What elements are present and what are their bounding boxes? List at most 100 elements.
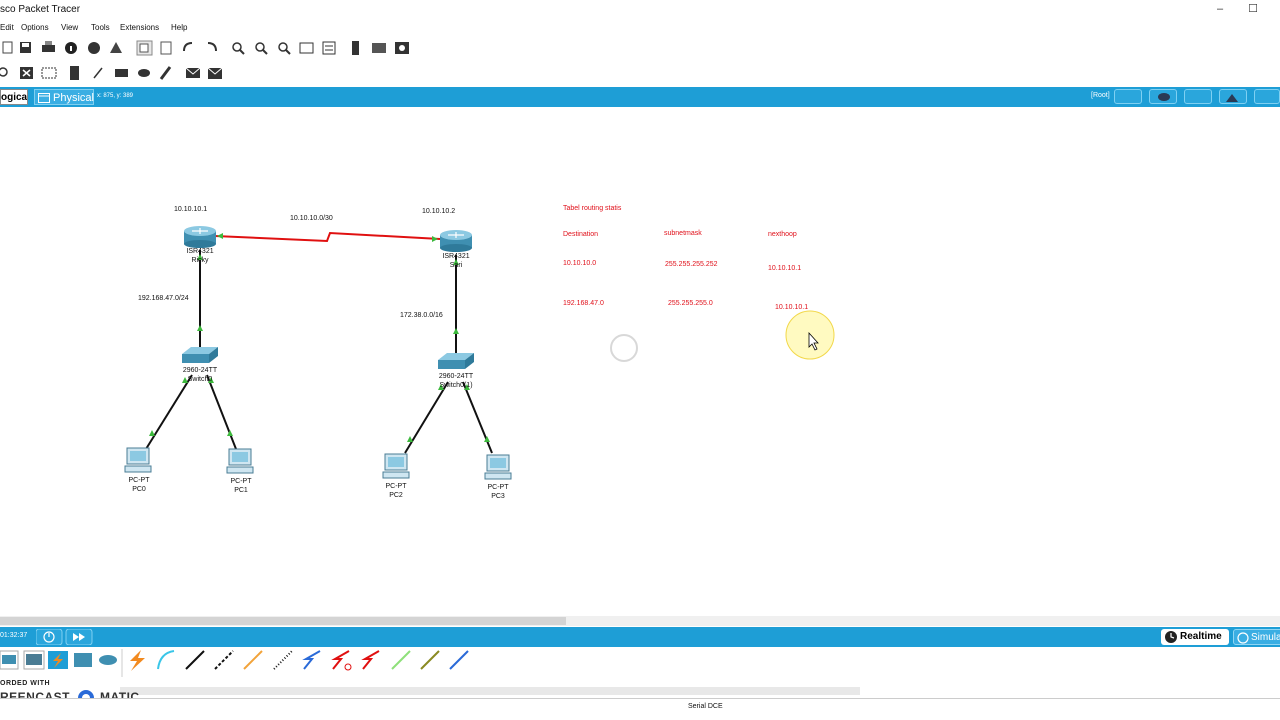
menu-view[interactable]: View bbox=[61, 23, 78, 32]
router-ricky-icon[interactable] bbox=[184, 226, 216, 248]
fiber-icon[interactable] bbox=[243, 650, 263, 670]
maximize-button[interactable]: ☐ bbox=[1245, 2, 1261, 18]
copper-cross-icon[interactable] bbox=[214, 650, 234, 670]
zoom-view-button[interactable] bbox=[1219, 89, 1247, 104]
pdu-list-icon[interactable] bbox=[352, 41, 359, 55]
tab-logical[interactable]: ogical bbox=[0, 89, 28, 105]
menu-options[interactable]: Options bbox=[21, 23, 49, 32]
realtime-mode-button[interactable]: Realtime bbox=[1161, 629, 1229, 645]
device-selection-bar bbox=[0, 647, 1280, 687]
serial-dce-icon[interactable] bbox=[331, 650, 352, 671]
link-switch1-pc2[interactable] bbox=[404, 381, 449, 454]
routing-row2-destination: 192.168.47.0 bbox=[563, 300, 604, 307]
router-sari-model: ISR4321 bbox=[442, 253, 470, 260]
custom-device-icon[interactable] bbox=[322, 41, 336, 55]
pc0-model: PC-PT bbox=[128, 477, 150, 484]
root-breadcrumb[interactable]: [Root] bbox=[1091, 92, 1110, 99]
phone-cable-icon[interactable] bbox=[273, 650, 293, 670]
iot-custom-cable-icon[interactable] bbox=[420, 650, 440, 670]
device-template-icon[interactable] bbox=[372, 43, 386, 53]
routing-row1-destination: 10.10.10.0 bbox=[563, 260, 597, 267]
place-note-icon[interactable] bbox=[70, 66, 79, 80]
viewport-toggle-button[interactable] bbox=[1254, 89, 1280, 104]
draw-ellipse-icon[interactable] bbox=[138, 69, 150, 77]
logical-workspace[interactable]: 10.10.10.1 10.10.10.2 10.10.10.0/30 192.… bbox=[0, 107, 1280, 617]
link-switch1-pc3[interactable] bbox=[462, 381, 493, 454]
resize-shape-icon[interactable] bbox=[41, 67, 57, 79]
zoom-in-icon[interactable] bbox=[232, 42, 245, 55]
simulation-mode-button[interactable]: Simula bbox=[1233, 629, 1280, 645]
usb-cable-icon[interactable] bbox=[449, 650, 469, 670]
draw-rectangle-icon[interactable] bbox=[115, 69, 128, 77]
clock-icon bbox=[1165, 631, 1177, 643]
menu-extensions[interactable]: Extensions bbox=[120, 23, 159, 32]
fast-forward-icon[interactable] bbox=[65, 629, 93, 645]
network-devices-icon[interactable] bbox=[0, 650, 19, 670]
menu-edit[interactable]: Edit bbox=[0, 23, 14, 32]
power-cycle-icon[interactable] bbox=[36, 629, 63, 645]
device-scrollbar[interactable] bbox=[120, 687, 860, 695]
pc3-icon[interactable] bbox=[484, 454, 512, 480]
minimize-button[interactable]: – bbox=[1212, 2, 1228, 18]
screenshot-icon[interactable] bbox=[395, 42, 409, 54]
paste-icon[interactable] bbox=[160, 41, 172, 55]
back-button[interactable] bbox=[1114, 89, 1142, 104]
console-cable-icon[interactable] bbox=[157, 650, 175, 670]
activity-wizard-icon[interactable] bbox=[110, 42, 122, 53]
scrollbar-thumb[interactable] bbox=[0, 617, 566, 625]
coaxial-icon[interactable] bbox=[302, 650, 321, 670]
zoom-out-icon[interactable] bbox=[278, 42, 291, 55]
add-complex-pdu-icon[interactable] bbox=[207, 67, 223, 79]
switch1-model: 2960-24TT bbox=[438, 373, 474, 380]
multiuser-icon[interactable] bbox=[99, 655, 117, 665]
viewport-button[interactable] bbox=[1184, 89, 1212, 104]
tab-physical[interactable]: Physical bbox=[34, 89, 94, 105]
switch0-icon[interactable] bbox=[182, 347, 218, 363]
delete-icon[interactable] bbox=[20, 67, 33, 79]
switch1-name: Switch0(1) bbox=[439, 382, 473, 389]
components-icon[interactable] bbox=[74, 653, 92, 667]
serial-link[interactable] bbox=[214, 231, 441, 243]
serial-network-label: 10.10.10.0/30 bbox=[290, 215, 333, 222]
new-file-icon[interactable] bbox=[2, 41, 13, 54]
router-sari-icon[interactable] bbox=[440, 230, 472, 252]
end-devices-icon[interactable] bbox=[23, 650, 45, 670]
status-bar: Serial DCE bbox=[0, 698, 1280, 715]
network-wizard-icon[interactable] bbox=[88, 42, 100, 54]
cluster-button[interactable] bbox=[1149, 89, 1177, 104]
zoom-reset-icon[interactable] bbox=[255, 42, 268, 55]
screencast-watermark: ORDED WITH REENCAST MATIC bbox=[0, 678, 150, 706]
auto-connection-icon[interactable] bbox=[130, 650, 145, 671]
info-icon[interactable] bbox=[65, 42, 77, 54]
serial-dte-icon[interactable] bbox=[361, 650, 380, 670]
draw-line-icon[interactable] bbox=[93, 67, 103, 79]
menu-help[interactable]: Help bbox=[171, 23, 187, 32]
pc1-icon[interactable] bbox=[226, 448, 254, 474]
copper-straight-icon[interactable] bbox=[185, 650, 205, 670]
connections-icon[interactable] bbox=[48, 651, 68, 669]
pc3-name: PC3 bbox=[491, 493, 505, 500]
add-simple-pdu-icon[interactable] bbox=[185, 67, 201, 78]
tab-physical-label: Physical bbox=[53, 92, 94, 104]
menu-tools[interactable]: Tools bbox=[91, 23, 110, 32]
workspace-scrollbar[interactable] bbox=[0, 616, 1280, 626]
link-switch0-pc0[interactable] bbox=[145, 374, 193, 450]
copy-icon[interactable] bbox=[136, 40, 153, 56]
inspect-icon[interactable] bbox=[0, 67, 8, 77]
switch1-icon[interactable] bbox=[438, 353, 474, 369]
toolbar-icons bbox=[2, 40, 409, 56]
link-switch0-pc1[interactable] bbox=[206, 374, 237, 450]
drawing-palette-icon[interactable] bbox=[299, 42, 314, 54]
save-icon[interactable] bbox=[20, 42, 31, 53]
octal-cable-icon[interactable] bbox=[391, 650, 411, 670]
loading-spinner-icon bbox=[610, 334, 638, 362]
pc2-icon[interactable] bbox=[382, 453, 410, 479]
freeform-icon[interactable] bbox=[159, 66, 172, 80]
undo-icon[interactable] bbox=[183, 42, 193, 52]
pc3-model: PC-PT bbox=[487, 484, 509, 491]
topology-drawing bbox=[124, 226, 835, 480]
print-icon[interactable] bbox=[42, 41, 55, 52]
redo-icon[interactable] bbox=[207, 42, 217, 52]
window-title: sco Packet Tracer bbox=[0, 4, 81, 15]
pc0-icon[interactable] bbox=[124, 447, 152, 473]
